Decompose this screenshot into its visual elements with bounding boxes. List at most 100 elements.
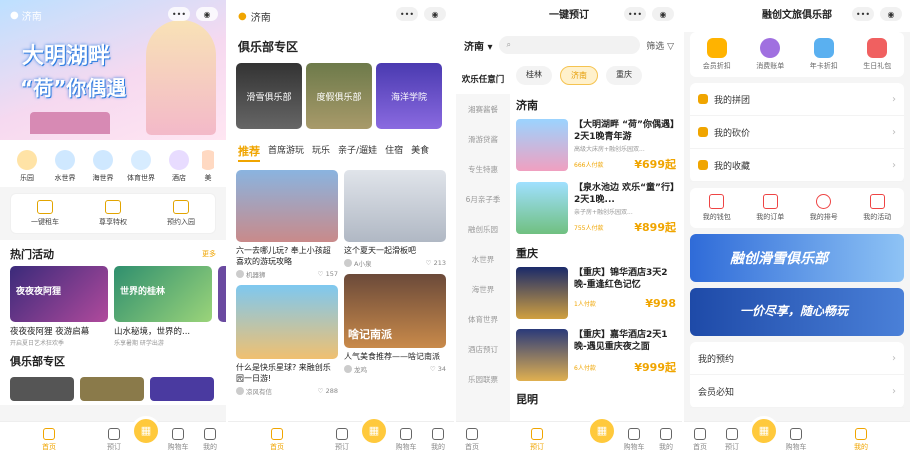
tab-me[interactable]: 我的 [422,427,454,452]
tab-home[interactable]: 首页 [684,427,716,452]
shortcut-events[interactable]: 我的活动 [863,194,891,222]
sidebar-item[interactable]: 融创乐园 [456,214,510,244]
product-item[interactable]: 【重庆】嘉华酒店2天1晚-遇见重庆夜之面 6人付款 ¥999起 [516,329,676,381]
sidebar-item[interactable]: 水世界 [456,244,510,274]
club-thumb[interactable] [10,377,74,401]
sidebar-item[interactable]: 专生特惠 [456,154,510,184]
product-item[interactable]: 【大明湖畔 “荷”你偶遇】2天1晚青年游 高级大床房+融创乐园双... 666人付款… [516,119,676,172]
tab-fun[interactable]: 玩乐 [312,143,330,162]
tab-book[interactable]: 预订 [488,427,586,452]
feed-card[interactable]: 什么是快乐星球? 来融创乐园一日游! 凉风有信 ♡ 288 [236,285,338,396]
close-target-icon[interactable]: ◉ [196,7,218,21]
tab-home[interactable]: 首页 [228,427,326,452]
feed-card[interactable]: 这个夏天一起滑板吧 A小泉 ♡ 213 [344,170,446,268]
sidebar-item[interactable]: 欢乐任意门 [456,64,510,94]
tab-stay[interactable]: 住宿 [385,143,403,162]
tab-recommend[interactable]: 推荐 [238,143,260,162]
capsule-menu[interactable]: ••• ◉ [396,7,446,21]
sidebar-item[interactable]: 乐园联票 [456,364,510,394]
category-park[interactable]: 乐园 [12,150,42,183]
more-icon[interactable]: ••• [168,7,190,21]
capsule-menu[interactable]: ••• ◉ [852,7,902,21]
tab-home[interactable]: 首页 [456,427,488,452]
vacation-banner[interactable]: 一价尽享，随心畅玩 [690,288,904,336]
search-input[interactable]: ⌕ [498,36,641,54]
more-icon[interactable]: ••• [624,7,646,21]
sidebar-item[interactable]: 酒店预订 [456,334,510,364]
menu-member-notice[interactable]: 会员必知 › [690,375,904,408]
category-water[interactable]: 水世界 [50,150,80,183]
tab-home[interactable]: 首页 [0,427,98,452]
service-privilege[interactable]: 尊享特权 [99,200,127,227]
ski-club-banner[interactable]: 融创滑雪俱乐部 [690,234,904,282]
tab-center[interactable]: ▦ [358,415,390,446]
sidebar-item[interactable]: 6月亲子季 [456,184,510,214]
tab-food[interactable]: 美食 [411,143,429,162]
like-count[interactable]: ♡ 157 [318,270,338,278]
category-ocean[interactable]: 海世界 [88,150,118,183]
close-target-icon[interactable]: ◉ [652,7,674,21]
menu-reservations[interactable]: 我的预约 › [690,342,904,375]
tab-cart[interactable]: 购物车 [780,427,812,452]
city-chip[interactable]: 重庆 [606,66,642,85]
tab-center[interactable]: ▦ [586,415,618,446]
capsule-menu[interactable]: ••• ◉ [624,7,674,21]
product-item[interactable]: 【重庆】锦华酒店3天2晚-重逢红色记忆 1人付款 ¥998 [516,267,676,319]
city-chip[interactable]: 桂林 [516,66,552,85]
club-thumb[interactable] [80,377,144,401]
more-link[interactable]: 更多 [202,249,216,259]
tab-book[interactable]: 预订 [326,427,358,452]
sidebar-item[interactable]: 海世界 [456,274,510,304]
category-sports[interactable]: 体育世界 [126,150,156,183]
tab-first-play[interactable]: 首席游玩 [268,143,304,162]
menu-favorites[interactable]: 我的收藏 › [690,149,904,182]
category-food[interactable]: 美 [202,150,214,183]
activity-card[interactable] [218,266,226,347]
tab-center[interactable]: ▦ [130,415,162,446]
sidebar-item[interactable]: 滑游贷酱 [456,124,510,154]
more-icon[interactable]: ••• [396,7,418,21]
close-target-icon[interactable]: ◉ [880,7,902,21]
product-item[interactable]: 【泉水池边 欢乐“童”行】2天1晚... 亲子房+融创乐园双... 755人付款 ¥8… [516,182,676,235]
service-reserve-entry[interactable]: 预约入园 [167,200,195,227]
club-ocean[interactable]: 海洋学院 [376,63,442,129]
like-count[interactable]: ♡ 213 [426,259,446,267]
tab-cart[interactable]: 购物车 [618,427,650,452]
tab-book[interactable]: 预订 [716,427,748,452]
feed-card[interactable]: 啥记南派 人气美食推荐——啥记南派 龙鸡 ♡ 34 [344,274,446,374]
right-birthday[interactable]: 生日礼包 [863,38,891,71]
city-chip[interactable]: 济南 [560,66,598,85]
tab-cart[interactable]: 购物车 [162,427,194,452]
sidebar-item[interactable]: 体育世界 [456,304,510,334]
city-selector[interactable]: 济南 ▾ [464,38,493,53]
tab-center[interactable]: ▦ [748,415,780,446]
menu-group-buy[interactable]: 我的拼团 › [690,83,904,116]
tab-me[interactable]: 我的 [194,427,226,452]
club-resort[interactable]: 度假俱乐部 [306,63,372,129]
right-bill[interactable]: 消费账单 [756,38,784,71]
shortcut-queue[interactable]: 我的排号 [810,194,838,222]
tab-book[interactable]: 预订 [98,427,130,452]
activity-card[interactable]: 世界的桂林 山水秘境，世界的... 乐享暑期 研学出游 [114,266,212,347]
club-thumb[interactable] [150,377,214,401]
right-annual[interactable]: 年卡折扣 [810,38,838,71]
more-icon[interactable]: ••• [852,7,874,21]
menu-bargain[interactable]: 我的砍价 › [690,116,904,149]
category-hotel[interactable]: 酒店 [164,150,194,183]
right-discount[interactable]: 会员折扣 [703,38,731,71]
activity-card[interactable]: 夜夜夜阿狸 夜夜夜阿狸 夜游启幕 开启夏日艺术狂欢季 [10,266,108,347]
like-count[interactable]: ♡ 288 [318,387,338,395]
location-selector[interactable]: ● 济南 [10,8,42,23]
capsule-menu[interactable]: ••• ◉ [168,7,218,21]
tab-cart[interactable]: 购物车 [390,427,422,452]
like-count[interactable]: ♡ 34 [430,365,446,373]
club-ski[interactable]: 滑雪俱乐部 [236,63,302,129]
shortcut-orders[interactable]: 我的订单 [756,194,784,222]
tab-family[interactable]: 亲子/遛娃 [338,143,377,162]
service-car-rental[interactable]: 一键租车 [31,200,59,227]
close-target-icon[interactable]: ◉ [424,7,446,21]
filter-button[interactable]: 筛选 ▽ [646,39,674,52]
feed-card[interactable]: 六一去哪儿玩? 奉上小孩超喜欢的游玩攻略 机器狮 ♡ 157 [236,170,338,279]
shortcut-wallet[interactable]: 我的钱包 [703,194,731,222]
tab-me[interactable]: 我的 [812,427,910,452]
